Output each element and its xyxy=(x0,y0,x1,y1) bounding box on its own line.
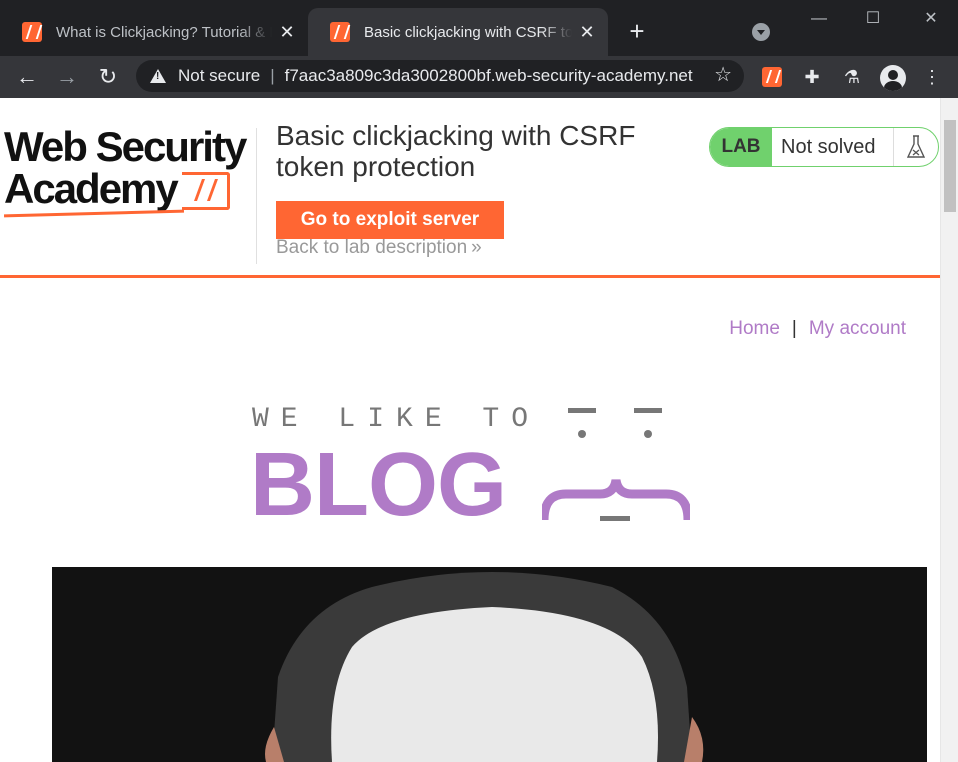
browser-toolbar: ← → ↻ Not secure | f7aac3a809c3da3002800… xyxy=(0,56,958,98)
tab-title: Basic clickjacking with CSRF token prote… xyxy=(364,23,572,41)
star-icon[interactable]: ☆ xyxy=(714,62,732,87)
warning-icon[interactable] xyxy=(150,69,166,83)
back-icon[interactable]: ← xyxy=(12,62,42,92)
tab-close-icon[interactable]: ✕ xyxy=(578,22,596,43)
my-account-link[interactable]: My account xyxy=(809,318,906,339)
address-bar[interactable]: Not secure | f7aac3a809c3da3002800bf.web… xyxy=(136,60,744,92)
header-divider xyxy=(256,128,257,264)
back-link-label: Back to lab description xyxy=(276,237,468,258)
double-chevron-icon: » xyxy=(471,237,482,258)
web-security-academy-logo[interactable]: Web Security Academy xyxy=(3,123,252,218)
logo-line1: Web Security xyxy=(4,123,247,170)
scrollbar-thumb[interactable] xyxy=(944,120,956,212)
go-to-exploit-server-button[interactable]: Go to exploit server xyxy=(276,201,504,239)
blog-tagline: WE LIKE TO xyxy=(252,404,541,435)
lab-badge: LAB xyxy=(710,128,772,166)
burp-extension-icon[interactable] xyxy=(762,67,782,87)
home-link[interactable]: Home xyxy=(729,318,780,339)
tab-clickjacking-tutorial[interactable]: What is Clickjacking? Tutorial & Example… xyxy=(0,8,308,56)
forward-icon[interactable]: → xyxy=(52,62,82,92)
back-to-description-link[interactable]: Back to lab description» xyxy=(276,237,482,259)
reload-icon[interactable]: ↻ xyxy=(93,62,123,92)
flask-icon xyxy=(894,128,938,166)
lab-title: Basic clickjacking with CSRF token prote… xyxy=(276,120,636,182)
page-viewport: Web Security Academy Basic clickjacking … xyxy=(0,98,958,762)
lab-header: Web Security Academy Basic clickjacking … xyxy=(0,98,940,278)
blog-wordmark: BLOG xyxy=(250,435,507,535)
tab-strip: What is Clickjacking? Tutorial & Example… xyxy=(0,0,958,56)
new-tab-button[interactable]: + xyxy=(622,16,652,46)
tab-lab[interactable]: Basic clickjacking with CSRF token prote… xyxy=(308,8,608,56)
kebab-menu-icon[interactable]: ⋮ xyxy=(920,65,944,89)
tab-title: What is Clickjacking? Tutorial & Example… xyxy=(56,23,272,41)
url-text[interactable]: f7aac3a809c3da3002800bf.web-security-aca… xyxy=(285,66,693,86)
top-navigation: Home | My account xyxy=(729,318,906,340)
lab-status-widget: LAB Not solved xyxy=(709,127,939,167)
tab-close-icon[interactable]: ✕ xyxy=(278,22,296,43)
blog-hero-image[interactable] xyxy=(52,567,927,762)
omnibox-separator: | xyxy=(270,66,275,85)
hero-photo-illustration xyxy=(52,567,927,762)
minimize-button[interactable]: — xyxy=(804,6,834,32)
flask-icon[interactable]: ⚗ xyxy=(840,65,864,89)
burp-favicon-icon xyxy=(330,22,350,42)
blog-banner: WE LIKE TO BLOG xyxy=(250,404,690,530)
burp-favicon-icon xyxy=(22,22,42,42)
security-label[interactable]: Not secure xyxy=(178,66,260,86)
nav-separator: | xyxy=(791,318,797,339)
lab-status-text: Not solved xyxy=(772,128,894,166)
puzzle-icon[interactable]: ✚ xyxy=(800,65,824,89)
blog-face-icon xyxy=(542,408,690,521)
tab-search-icon[interactable] xyxy=(752,23,770,41)
logo-mark-icon xyxy=(182,172,230,210)
close-window-button[interactable]: ✕ xyxy=(916,6,946,32)
profile-icon[interactable] xyxy=(880,65,906,91)
page-scrollbar[interactable] xyxy=(940,98,958,762)
maximize-button[interactable]: ☐ xyxy=(858,6,888,32)
